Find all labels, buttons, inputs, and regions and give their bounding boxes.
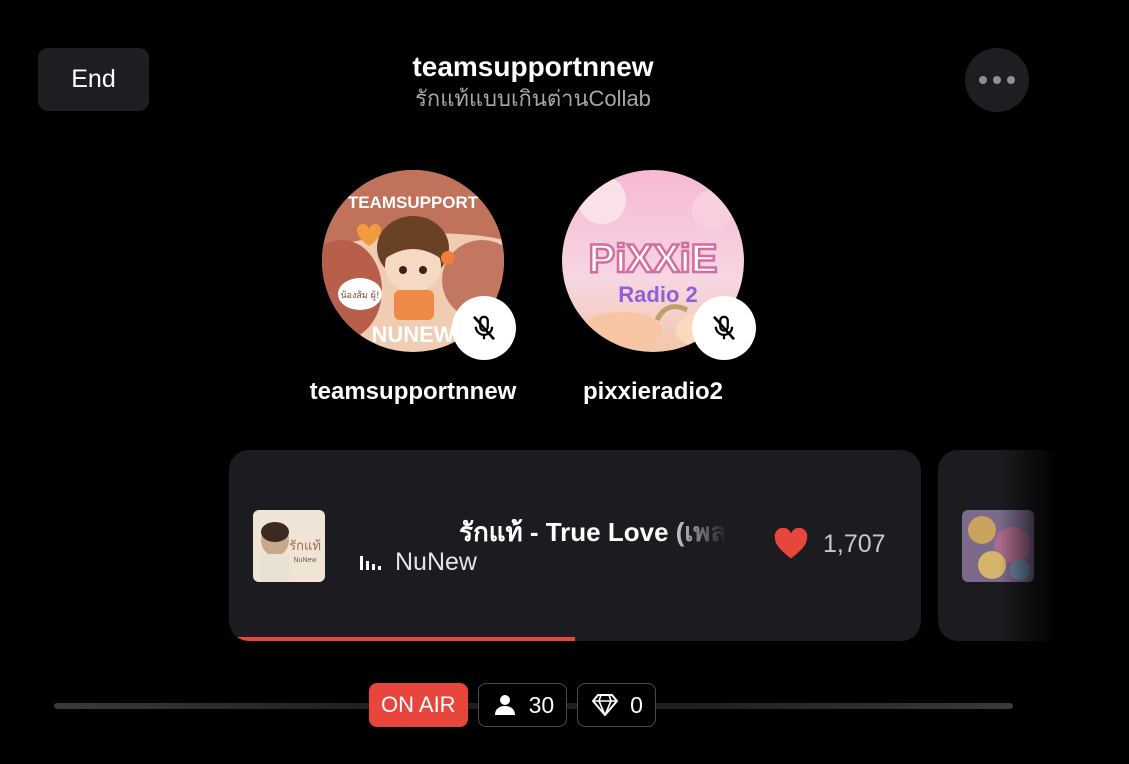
host-pixxieradio2[interactable]: PiXXiE Radio 2 pixxieradio2 <box>523 170 783 406</box>
album-art: รักแท้ NuNew <box>253 510 325 582</box>
host-name: teamsupportnnew <box>309 378 517 405</box>
album-art-image: รักแท้ NuNew <box>253 510 325 582</box>
avatar-text-bottom: NUNEW <box>371 322 454 347</box>
room-stats: ON AIR 30 0 <box>369 683 656 727</box>
avatar-text-top: TEAMSUPPORT <box>348 193 479 212</box>
now-playing-card[interactable]: รักแท้ NuNew รักแท้ - True Love (เพลงประ… <box>229 450 921 641</box>
avatar-text-bottom: Radio 2 <box>618 282 697 307</box>
room-subtitle: รักแท้แบบเกินต่านCollab <box>415 86 651 111</box>
avatar[interactable]: TEAMSUPPORT น้องส้ม ผู้! NUNEW <box>322 170 516 360</box>
mic-muted-indicator <box>692 296 756 360</box>
listener-count-value: 30 <box>528 691 555 718</box>
like-count: 1,707 <box>823 529 886 558</box>
diamond-icon <box>592 694 619 716</box>
dots-icon <box>1007 76 1015 84</box>
end-button[interactable]: End <box>38 48 149 111</box>
album-artist-text: NuNew <box>294 557 318 564</box>
person-icon <box>494 695 515 715</box>
listener-count[interactable]: 30 <box>477 683 568 727</box>
room-header: teamsupportnnew รักแท้แบบเกินต่านCollab <box>283 50 783 114</box>
more-options-button[interactable] <box>965 48 1029 112</box>
room-title: teamsupportnnew <box>412 51 654 82</box>
avatar-text-top: PiXXiE <box>589 237 718 281</box>
album-title-text: รักแท้ <box>289 539 321 554</box>
on-air-badge: ON AIR <box>369 683 468 727</box>
avatar[interactable]: PiXXiE Radio 2 <box>562 170 756 360</box>
diamond-count-value: 0 <box>630 691 643 718</box>
heart-icon <box>774 528 808 559</box>
song-artist: NuNew <box>395 548 477 576</box>
song-progress-bar <box>229 637 921 641</box>
mic-muted-indicator <box>452 296 516 360</box>
song-progress-fill <box>229 637 575 641</box>
host-teamsupportnnew[interactable]: TEAMSUPPORT น้องส้ม ผู้! NUNEW teamsuppo… <box>283 170 543 406</box>
mic-off-icon <box>713 315 735 341</box>
avatar-bubble-text: น้องส้ม ผู้! <box>340 290 379 301</box>
host-name: pixxieradio2 <box>582 378 724 405</box>
diamond-count[interactable]: 0 <box>577 683 656 727</box>
mic-off-icon <box>473 315 495 341</box>
song-artist-row: NuNew <box>360 548 477 577</box>
dots-icon <box>979 76 987 84</box>
song-title: รักแท้ - True Love (เพลงประกอบ <box>459 517 727 547</box>
carousel-fade <box>1000 440 1129 650</box>
like-button[interactable]: 1,707 <box>773 528 886 560</box>
equalizer-icon <box>360 555 381 570</box>
dots-icon <box>993 76 1001 84</box>
